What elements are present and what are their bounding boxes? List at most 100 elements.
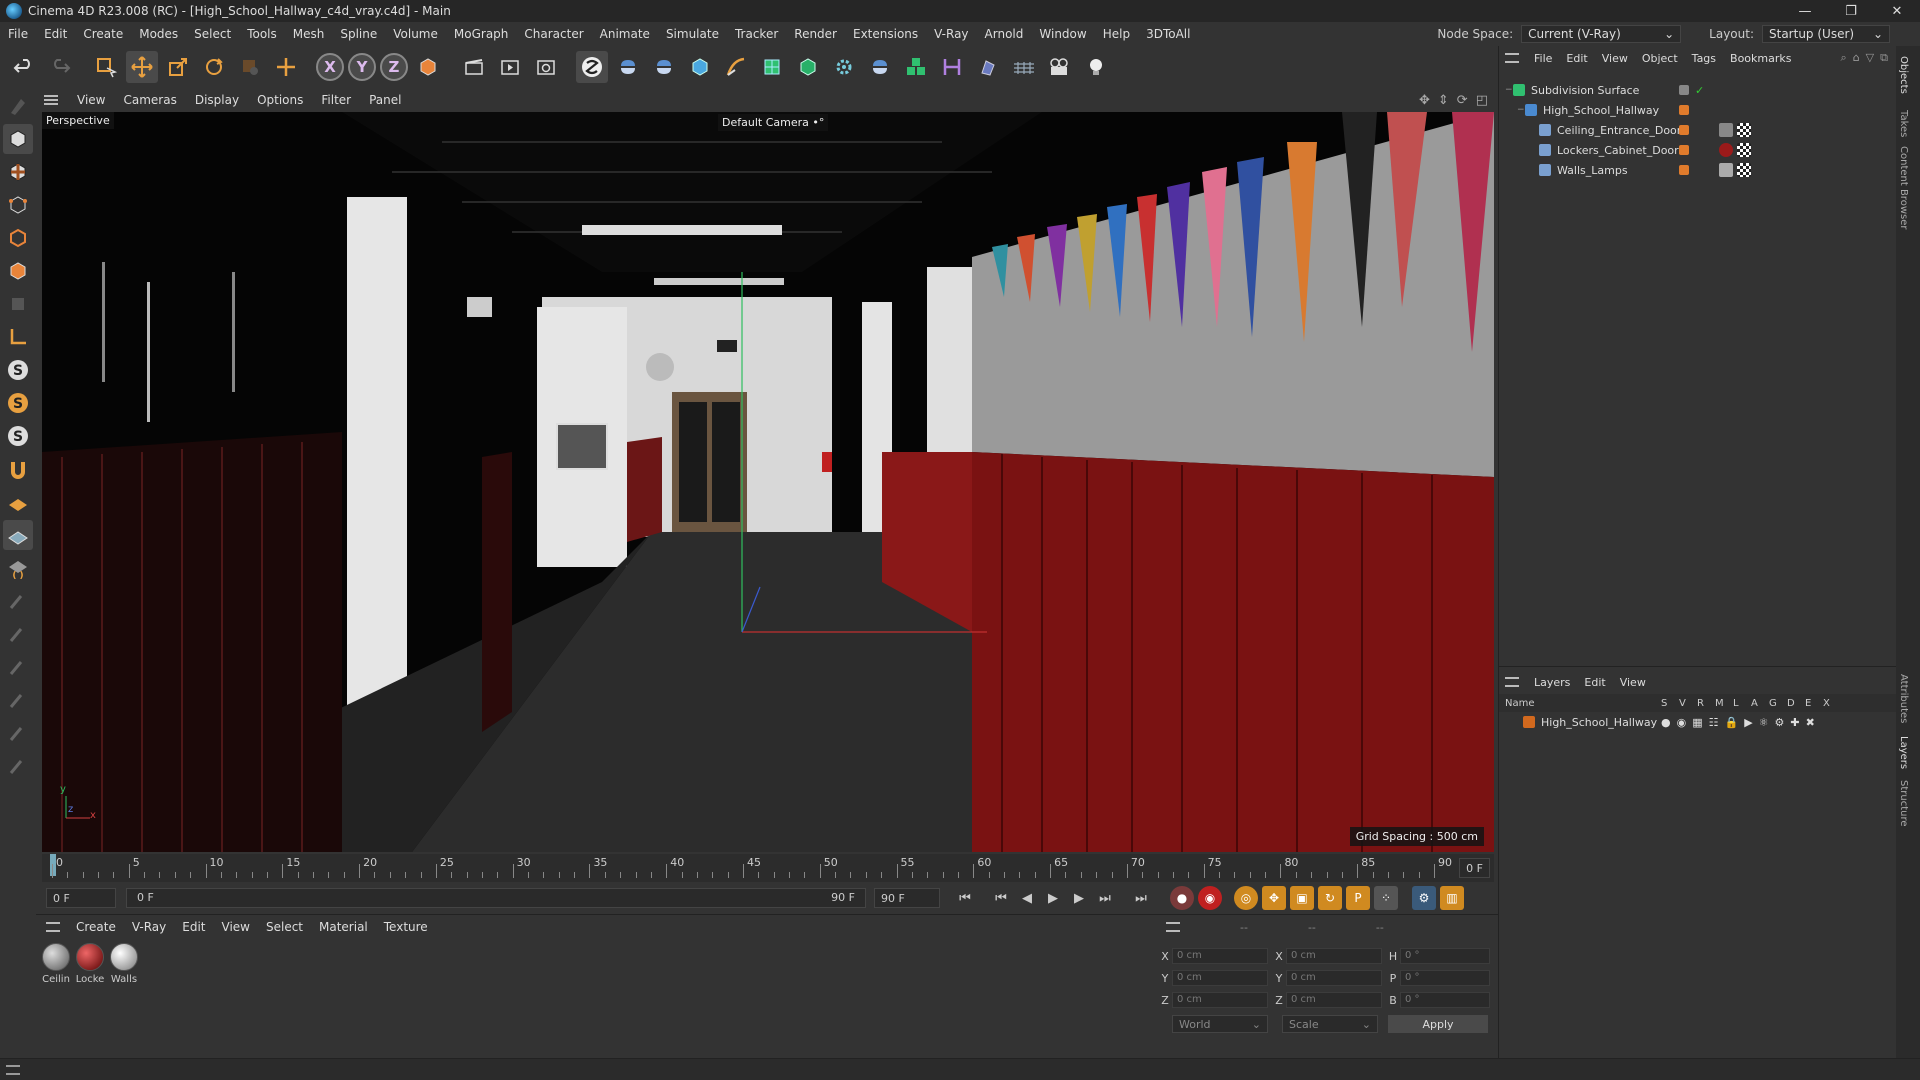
viewport-menu-cameras[interactable]: Cameras (114, 93, 185, 107)
coordinate-system-button[interactable] (270, 51, 302, 83)
go-to-start-button[interactable]: ⏮ (952, 886, 978, 910)
layers-menu-edit[interactable]: Edit (1577, 676, 1612, 689)
previous-keyframe-button[interactable]: ⏮ (988, 886, 1014, 910)
mograph-button[interactable] (900, 51, 932, 83)
apply-button[interactable]: Apply (1388, 1015, 1488, 1033)
menu-tracker[interactable]: Tracker (727, 27, 786, 41)
animation-icon[interactable]: ▶ (1744, 716, 1752, 729)
render-icon[interactable]: ▦ (1692, 716, 1702, 729)
python-script-button-2[interactable] (648, 51, 680, 83)
render-view-button[interactable] (458, 51, 490, 83)
size-mode-dropdown[interactable]: Scale ⌄ (1282, 1015, 1378, 1033)
expression-icon[interactable]: ✚ (1790, 716, 1799, 729)
menu-create[interactable]: Create (75, 27, 131, 41)
menu-file[interactable]: File (0, 27, 36, 41)
sculpt-tool-5[interactable] (3, 718, 33, 748)
generator-icon[interactable]: ⚛ (1759, 716, 1769, 729)
minimize-button[interactable]: — (1782, 0, 1828, 22)
menu-render[interactable]: Render (786, 27, 845, 41)
status-menu-icon[interactable] (6, 1065, 20, 1075)
scale-tool-button[interactable] (162, 51, 194, 83)
menu-edit[interactable]: Edit (36, 27, 75, 41)
rotate-tool-button[interactable] (198, 51, 230, 83)
layer-color-swatch[interactable] (1523, 716, 1535, 728)
side-tab-layers[interactable]: Layers (1898, 736, 1909, 769)
record-active-button[interactable]: ● (1170, 886, 1194, 910)
polygon-mode-button[interactable] (3, 256, 33, 286)
previous-frame-button[interactable]: ◀ (1014, 886, 1040, 910)
menu-3dtoall[interactable]: 3DToAll (1138, 27, 1198, 41)
floor-button[interactable] (1008, 51, 1040, 83)
point-mode-button[interactable] (3, 190, 33, 220)
side-tab-content-browser[interactable]: Content Browser (1898, 146, 1909, 229)
layers-menu-view[interactable]: View (1613, 676, 1653, 689)
close-button[interactable]: ✕ (1874, 0, 1920, 22)
xref-icon[interactable]: ✖ (1806, 716, 1815, 729)
size-x-field[interactable]: 0 cm (1286, 948, 1382, 964)
material-swatch-ceiling[interactable]: Ceilin (40, 943, 72, 985)
menu-tools[interactable]: Tools (239, 27, 285, 41)
material-menu-edit[interactable]: Edit (174, 920, 213, 934)
deformer-icon[interactable]: ⚙ (1775, 716, 1785, 729)
hamburger-menu-icon[interactable] (1505, 53, 1519, 63)
material-menu-create[interactable]: Create (68, 920, 124, 934)
grid-button[interactable] (3, 520, 33, 550)
side-tab-objects[interactable]: Objects (1898, 56, 1909, 94)
side-tab-attributes[interactable]: Attributes (1898, 674, 1909, 723)
home-icon[interactable]: ⌂ (1853, 51, 1860, 65)
cloner-button[interactable] (828, 51, 860, 83)
maximize-button[interactable]: ❐ (1828, 0, 1874, 22)
vray-button[interactable] (576, 51, 608, 83)
viewport-camera-label[interactable]: Default Camera •° (718, 114, 829, 131)
render-picture-viewer-button[interactable] (494, 51, 526, 83)
sculpt-tool-1[interactable] (3, 586, 33, 616)
cube-primitive-button[interactable] (684, 51, 716, 83)
object-row-ceiling-entrance-doors[interactable]: Ceiling_Entrance_Doors (1499, 120, 1897, 140)
extrude-button[interactable] (792, 51, 824, 83)
python-script-button-1[interactable] (612, 51, 644, 83)
menu-arnold[interactable]: Arnold (977, 27, 1032, 41)
viewport-menu-filter[interactable]: Filter (312, 93, 360, 107)
sculpt-tool-3[interactable] (3, 652, 33, 682)
texture-mode-button[interactable] (3, 157, 33, 187)
size-y-field[interactable]: 0 cm (1286, 970, 1382, 986)
next-keyframe-button[interactable]: ⏭ (1092, 886, 1118, 910)
menu-spline[interactable]: Spline (332, 27, 385, 41)
node-space-dropdown[interactable]: Current (V-Ray) ⌄ (1521, 25, 1682, 43)
layer-color-dot[interactable] (1679, 125, 1689, 135)
preview-start-field[interactable]: 0 F (46, 888, 116, 908)
live-selection-button[interactable] (90, 51, 122, 83)
pan-icon[interactable]: ✥ (1419, 93, 1430, 108)
layout-dropdown[interactable]: Startup (User) ⌄ (1762, 25, 1890, 43)
material-menu-material[interactable]: Material (311, 920, 376, 934)
hamburger-menu-icon[interactable] (1166, 922, 1180, 932)
side-tab-takes[interactable]: Takes (1898, 110, 1909, 137)
new-window-icon[interactable]: ⧉ (1880, 51, 1888, 65)
menu-extensions[interactable]: Extensions (845, 27, 926, 41)
layer-color-dot[interactable] (1679, 165, 1689, 175)
position-y-field[interactable]: 0 cm (1172, 970, 1268, 986)
workplane-button[interactable] (3, 487, 33, 517)
objects-menu-bookmarks[interactable]: Bookmarks (1723, 52, 1798, 65)
objects-menu-tags[interactable]: Tags (1685, 52, 1723, 65)
snap-button-1[interactable]: S (3, 355, 33, 385)
menu-simulate[interactable]: Simulate (658, 27, 727, 41)
dolly-icon[interactable]: ⇕ (1438, 93, 1449, 108)
object-coordinates-button[interactable] (412, 51, 444, 83)
key-rotation-button[interactable]: ↻ (1318, 886, 1342, 910)
material-swatch-lockers[interactable]: Locke (74, 943, 106, 985)
eye-icon[interactable]: ◉ (1677, 716, 1687, 729)
python-script-button-3[interactable] (864, 51, 896, 83)
uv-mode-button[interactable] (3, 289, 33, 319)
recent-tool-button[interactable] (234, 51, 266, 83)
menu-select[interactable]: Select (186, 27, 239, 41)
collapse-icon[interactable]: − (1517, 105, 1525, 115)
undo-button[interactable] (8, 51, 40, 83)
uvw-tag-icon[interactable] (1737, 163, 1751, 177)
layer-row-high-school-hallway[interactable]: High_School_Hallway ● ◉ ▦ ☷ 🔒 ▶ ⚛ ⚙ ✚ ✖ (1499, 712, 1897, 732)
uvw-tag-icon[interactable] (1737, 143, 1751, 157)
menu-mesh[interactable]: Mesh (285, 27, 333, 41)
camera-button[interactable] (1044, 51, 1076, 83)
key-parameter-button[interactable]: P (1346, 886, 1370, 910)
timeline-ruler[interactable]: 0 F 0 5 10 15 20 25 30 35 40 45 50 55 60 65 70 75 80 85 90 (42, 854, 1494, 882)
